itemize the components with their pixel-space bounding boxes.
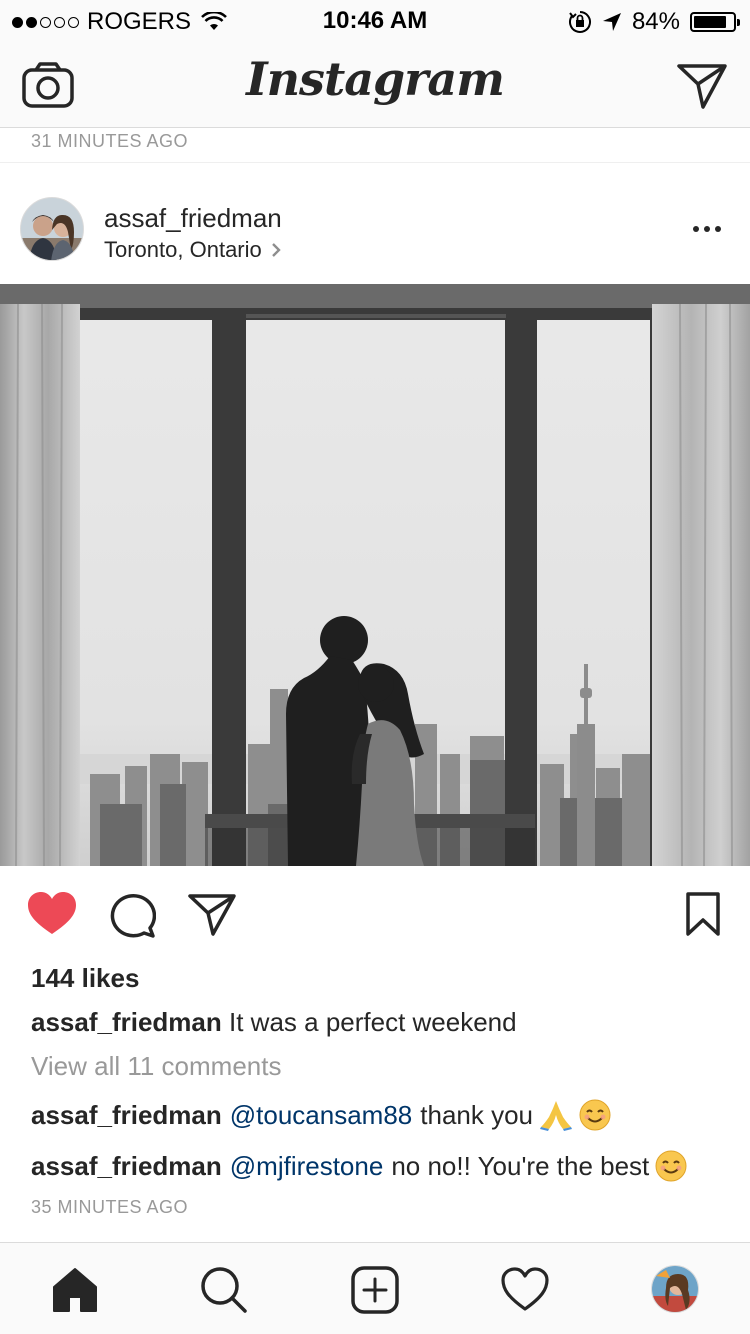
bottom-tab-bar (0, 1242, 750, 1334)
likes-count[interactable]: 144 likes (31, 963, 139, 994)
comment-mention[interactable]: @toucansam88 (230, 1100, 413, 1131)
post-location[interactable]: Toronto, Ontario (104, 237, 282, 263)
search-icon[interactable] (199, 1265, 249, 1315)
comment-icon[interactable] (108, 892, 156, 938)
profile-avatar[interactable] (651, 1265, 699, 1313)
post-caption: assaf_friedman It was a perfect weekend (31, 1007, 517, 1038)
view-all-comments-link[interactable]: View all 11 comments (31, 1051, 281, 1082)
battery-level (694, 16, 726, 28)
like-heart-icon[interactable] (28, 892, 76, 936)
caption-username[interactable]: assaf_friedman (31, 1007, 222, 1037)
add-post-icon[interactable] (350, 1265, 400, 1315)
divider (0, 162, 750, 163)
folded-hands-emoji-icon (540, 1101, 573, 1131)
status-bar: ROGERS 10:46 AM 84% (0, 0, 750, 40)
post-timestamp: 35 MINUTES AGO (31, 1197, 189, 1217)
status-right: 84% (568, 8, 740, 36)
caption-text: It was a perfect weekend (229, 1007, 517, 1037)
comment-row: assaf_friedman @toucansam88 thank you (31, 1099, 611, 1131)
couple-window-photo (0, 284, 750, 866)
more-options-icon[interactable] (692, 223, 722, 235)
top-nav-bar: Instagram (0, 40, 750, 128)
location-arrow-icon (602, 13, 621, 31)
smiling-face-emoji-icon (655, 1150, 687, 1182)
previous-post-timestamp: 31 MINUTES AGO (31, 131, 189, 151)
post-photo[interactable] (0, 284, 750, 866)
comment-row: assaf_friedman @mjfirestone no no!! You'… (31, 1150, 687, 1182)
comment-mention[interactable]: @mjfirestone (230, 1151, 384, 1182)
location-label: Toronto, Ontario (104, 237, 262, 262)
share-icon[interactable] (188, 892, 236, 936)
instagram-logo: Instagram (246, 52, 505, 106)
battery-icon (690, 12, 740, 32)
chevron-right-icon (271, 243, 281, 257)
comment-text: no no!! You're the best (391, 1150, 650, 1181)
battery-percent: 84% (631, 8, 680, 35)
post-actions (0, 866, 750, 962)
activity-heart-icon[interactable] (500, 1265, 550, 1315)
comment-username[interactable]: assaf_friedman (31, 1100, 222, 1131)
orientation-lock-icon (569, 11, 591, 33)
bookmark-icon[interactable] (686, 892, 720, 936)
comment-username[interactable]: assaf_friedman (31, 1151, 222, 1182)
post-header: assaf_friedman Toronto, Ontario (0, 185, 750, 281)
user-avatar[interactable] (20, 197, 84, 261)
post-username[interactable]: assaf_friedman (104, 203, 282, 234)
comment-text: thank you (420, 1099, 534, 1130)
direct-message-icon[interactable] (676, 62, 728, 110)
smiling-face-emoji-icon (579, 1099, 611, 1131)
home-icon[interactable] (50, 1265, 100, 1315)
